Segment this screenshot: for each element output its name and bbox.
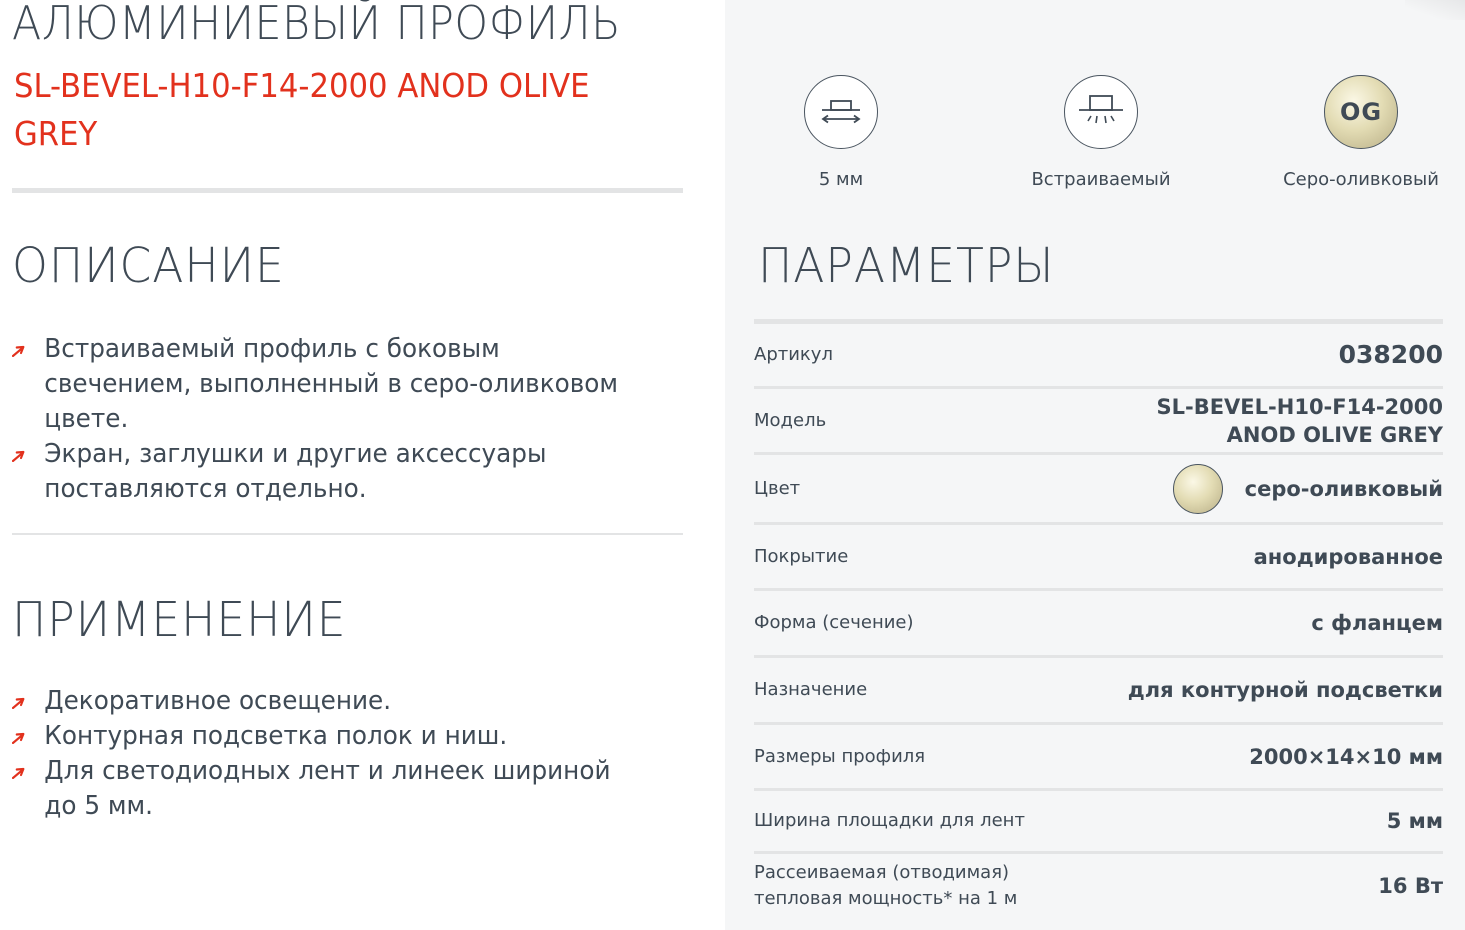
table-row: Покрытие анодированное [754, 525, 1443, 591]
feature-strip-width: 5 мм [731, 75, 951, 190]
application-heading: ПРИМЕНЕНИЕ [12, 592, 347, 648]
section-divider [12, 533, 683, 535]
application-item-text: Контурная подсветка полок и ниш. [44, 721, 508, 751]
feature-label: Серо-оливковый [1283, 169, 1439, 190]
red-arrow-icon [12, 697, 25, 709]
recessed-mount-icon [1064, 75, 1138, 149]
param-value: 16 Вт [1378, 874, 1443, 898]
list-item: Встраиваемый профиль с боковым свечением… [12, 332, 649, 437]
param-value: анодированное [1253, 544, 1443, 569]
application-item-text: Декоративное освещение. [44, 686, 392, 716]
color-swatch [1172, 463, 1223, 514]
table-row: Ширина площадки для лент 5 мм [754, 791, 1443, 854]
left-column: АЛЮМИНИЕВЫЙ ПРОФИЛЬ SL-BEVEL-H10-F14-200… [0, 0, 700, 930]
feature-label: Встраиваемый [1031, 169, 1171, 190]
description-item-text: Экран, заглушки и другие аксессуары пост… [44, 439, 547, 504]
param-label: Рассеиваемая (отводимая) тепловая мощнос… [754, 862, 1018, 909]
feature-recessed: Встраиваемый [991, 75, 1211, 190]
table-row: Назначение для контурной подсветки [754, 658, 1443, 725]
feature-color: OG Серо-оливковый [1251, 75, 1465, 190]
description-heading: ОПИСАНИЕ [12, 238, 285, 294]
color-code: OG [1339, 98, 1383, 126]
param-label: Назначение [754, 679, 868, 700]
param-label: Ширина площадки для лент [754, 810, 1025, 831]
strip-width-icon [804, 75, 878, 149]
description-item-text: Встраиваемый профиль с боковым свечением… [44, 334, 619, 434]
title-divider [12, 188, 683, 193]
red-arrow-icon [12, 450, 25, 462]
red-arrow-icon [12, 345, 25, 357]
color-value: серо-оливковый [1172, 463, 1443, 514]
feature-label: 5 мм [818, 169, 864, 190]
red-arrow-icon [12, 732, 25, 744]
param-value: 2000×14×10 мм [1249, 744, 1443, 769]
table-row: Артикул 038200 [754, 324, 1443, 389]
param-value: 5 мм [1386, 809, 1443, 833]
table-row: Модель SL-BEVEL-H10-F14-2000 ANOD OLIVE … [754, 389, 1443, 455]
application-list: Декоративное освещение. Контурная подсве… [12, 684, 682, 824]
list-item: Контурная подсветка полок и ниш. [12, 719, 649, 754]
param-value: серо-оливковый [1244, 476, 1443, 501]
table-row: Форма (сечение) с фланцем [754, 591, 1443, 658]
list-item: Декоративное освещение. [12, 684, 649, 719]
param-label: Форма (сечение) [754, 612, 914, 633]
param-label: Артикул [754, 344, 833, 365]
param-label: Модель [754, 409, 827, 431]
application-item-text: Для светодиодных лент и линеек шириной д… [44, 756, 611, 821]
list-item: Для светодиодных лент и линеек шириной д… [12, 754, 614, 824]
param-label: Цвет [754, 477, 801, 499]
param-label: Покрытие [754, 545, 849, 567]
parameters-table: Артикул 038200 Модель SL-BEVEL-H10-F14-2… [754, 324, 1443, 918]
param-value: для контурной подсветки [1127, 678, 1443, 702]
param-value: с фланцем [1311, 611, 1443, 635]
page-title: АЛЮМИНИЕВЫЙ ПРОФИЛЬ [12, 0, 621, 50]
red-arrow-icon [12, 767, 25, 779]
table-row: Размеры профиля 2000×14×10 мм [754, 725, 1443, 791]
description-list: Встраиваемый профиль с боковым свечением… [12, 332, 682, 507]
table-row: Цвет серо-оливковый [754, 455, 1443, 525]
table-row: Рассеиваемая (отводимая) тепловая мощнос… [754, 854, 1443, 918]
product-model-title: SL-BEVEL-H10-F14-2000 ANOD OLIVE GREY [14, 66, 590, 153]
param-label: Размеры профиля [754, 745, 926, 767]
param-value: 038200 [1338, 340, 1443, 369]
param-value: SL-BEVEL-H10-F14-2000 ANOD OLIVE GREY [1156, 394, 1443, 447]
list-item: Экран, заглушки и другие аксессуары пост… [12, 437, 649, 507]
parameters-heading: ПАРАМЕТРЫ [758, 238, 1055, 294]
color-og-icon: OG [1324, 75, 1398, 149]
